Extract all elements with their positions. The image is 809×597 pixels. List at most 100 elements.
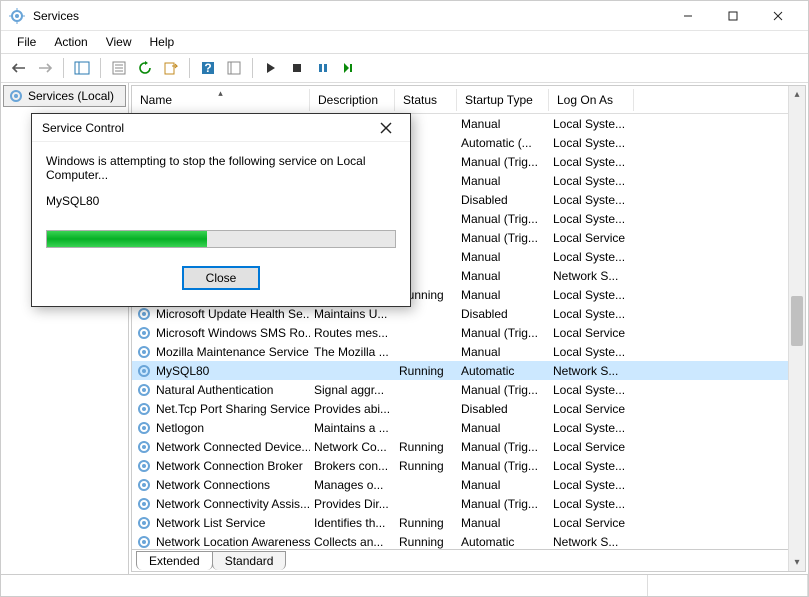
service-logon: Local Syste...	[549, 307, 634, 321]
service-row[interactable]: Network ConnectionsManages o...ManualLoc…	[132, 475, 805, 494]
service-row[interactable]: Net.Tcp Port Sharing ServiceProvides abi…	[132, 399, 805, 418]
forward-button[interactable]	[33, 56, 57, 80]
service-logon: Network S...	[549, 364, 634, 378]
service-description: Collects an...	[310, 535, 395, 549]
service-logon: Local Service	[549, 326, 634, 340]
column-header-description[interactable]: Description	[310, 89, 395, 111]
tab-standard[interactable]: Standard	[212, 551, 287, 570]
service-status: Running	[395, 440, 457, 454]
maximize-button[interactable]	[710, 2, 755, 30]
service-startup-type: Manual	[457, 288, 549, 302]
service-startup-type: Manual	[457, 516, 549, 530]
service-name: Network Location Awareness	[156, 535, 310, 549]
service-name: Natural Authentication	[156, 383, 273, 397]
service-startup-type: Manual	[457, 250, 549, 264]
service-logon: Local Syste...	[549, 345, 634, 359]
service-logon: Local Service	[549, 231, 634, 245]
service-logon: Local Service	[549, 440, 634, 454]
service-startup-type: Disabled	[457, 307, 549, 321]
service-startup-type: Manual (Trig...	[457, 497, 549, 511]
service-logon: Local Syste...	[549, 136, 634, 150]
properties-button[interactable]	[107, 56, 131, 80]
service-name: MySQL80	[156, 364, 209, 378]
service-startup-type: Manual	[457, 478, 549, 492]
restart-service-button[interactable]	[337, 56, 361, 80]
dialog-message: Windows is attempting to stop the follow…	[46, 154, 396, 182]
service-startup-type: Manual (Trig...	[457, 155, 549, 169]
toolbar-separator	[252, 58, 253, 78]
menu-view[interactable]: View	[98, 33, 140, 51]
dialog-close-action-button[interactable]: Close	[182, 266, 261, 290]
service-startup-type: Manual (Trig...	[457, 326, 549, 340]
toolbar-misc-button[interactable]	[222, 56, 246, 80]
service-row[interactable]: Network Connected Device...Network Co...…	[132, 437, 805, 456]
column-header-status[interactable]: Status	[395, 89, 457, 111]
service-row[interactable]: Mozilla Maintenance ServiceThe Mozilla .…	[132, 342, 805, 361]
menu-help[interactable]: Help	[142, 33, 183, 51]
service-name: Netlogon	[156, 421, 204, 435]
service-status: Running	[395, 535, 457, 549]
service-gear-icon	[136, 344, 152, 360]
service-name: Network Connections	[156, 478, 270, 492]
back-button[interactable]	[7, 56, 31, 80]
close-button[interactable]	[755, 2, 800, 30]
tab-extended[interactable]: Extended	[136, 551, 213, 570]
refresh-button[interactable]	[133, 56, 157, 80]
service-logon: Local Syste...	[549, 497, 634, 511]
progress-bar-fill	[47, 231, 207, 247]
scroll-down-arrow-icon[interactable]: ▾	[789, 554, 805, 571]
service-row[interactable]: NetlogonMaintains a ...ManualLocal Syste…	[132, 418, 805, 437]
dialog-close-button[interactable]	[372, 116, 400, 140]
service-logon: Local Syste...	[549, 250, 634, 264]
service-startup-type: Manual	[457, 421, 549, 435]
scroll-up-arrow-icon[interactable]: ▴	[789, 86, 805, 103]
service-row[interactable]: Microsoft Windows SMS Ro...Routes mes...…	[132, 323, 805, 342]
minimize-button[interactable]	[665, 2, 710, 30]
service-startup-type: Disabled	[457, 402, 549, 416]
services-tree-icon	[8, 88, 24, 104]
service-name: Network List Service	[156, 516, 265, 530]
stop-service-button[interactable]	[285, 56, 309, 80]
help-button[interactable]: ?	[196, 56, 220, 80]
service-gear-icon	[136, 401, 152, 417]
show-hide-tree-button[interactable]	[70, 56, 94, 80]
export-list-button[interactable]	[159, 56, 183, 80]
service-name: Network Connected Device...	[156, 440, 310, 454]
scrollbar-thumb[interactable]	[791, 296, 803, 346]
toolbar-separator	[189, 58, 190, 78]
tree-item-label: Services (Local)	[28, 89, 114, 103]
service-description: Network Co...	[310, 440, 395, 454]
toolbar-separator	[63, 58, 64, 78]
service-startup-type: Automatic (...	[457, 136, 549, 150]
service-logon: Network S...	[549, 535, 634, 549]
menu-action[interactable]: Action	[46, 33, 95, 51]
service-description: Manages o...	[310, 478, 395, 492]
column-header-log-on-as[interactable]: Log On As	[549, 89, 634, 111]
menu-file[interactable]: File	[9, 33, 44, 51]
service-row[interactable]: MySQL80RunningAutomaticNetwork S...	[132, 361, 805, 380]
service-description: Signal aggr...	[310, 383, 395, 397]
column-header-startup-type[interactable]: Startup Type	[457, 89, 549, 111]
service-row[interactable]: Network Location AwarenessCollects an...…	[132, 532, 805, 549]
column-header-name[interactable]: Name ▴	[132, 89, 310, 111]
service-control-dialog: Service Control Windows is attempting to…	[31, 113, 411, 307]
column-header-row: Name ▴ Description Status Startup Type L…	[132, 86, 805, 114]
tree-item-services-local[interactable]: Services (Local)	[3, 85, 126, 107]
services-app-icon	[9, 8, 25, 24]
service-description: Provides Dir...	[310, 497, 395, 511]
service-startup-type: Manual	[457, 269, 549, 283]
service-startup-type: Disabled	[457, 193, 549, 207]
service-row[interactable]: Network Connectivity Assis...Provides Di…	[132, 494, 805, 513]
service-status: Running	[395, 364, 457, 378]
vertical-scrollbar[interactable]: ▴ ▾	[788, 86, 805, 571]
titlebar: Services	[1, 1, 808, 31]
start-service-button[interactable]	[259, 56, 283, 80]
service-row[interactable]: Natural AuthenticationSignal aggr...Manu…	[132, 380, 805, 399]
dialog-titlebar: Service Control	[32, 114, 410, 142]
service-gear-icon	[136, 458, 152, 474]
service-row[interactable]: Network List ServiceIdentifies th...Runn…	[132, 513, 805, 532]
pause-service-button[interactable]	[311, 56, 335, 80]
service-row[interactable]: Network Connection BrokerBrokers con...R…	[132, 456, 805, 475]
service-logon: Local Syste...	[549, 383, 634, 397]
service-gear-icon	[136, 496, 152, 512]
